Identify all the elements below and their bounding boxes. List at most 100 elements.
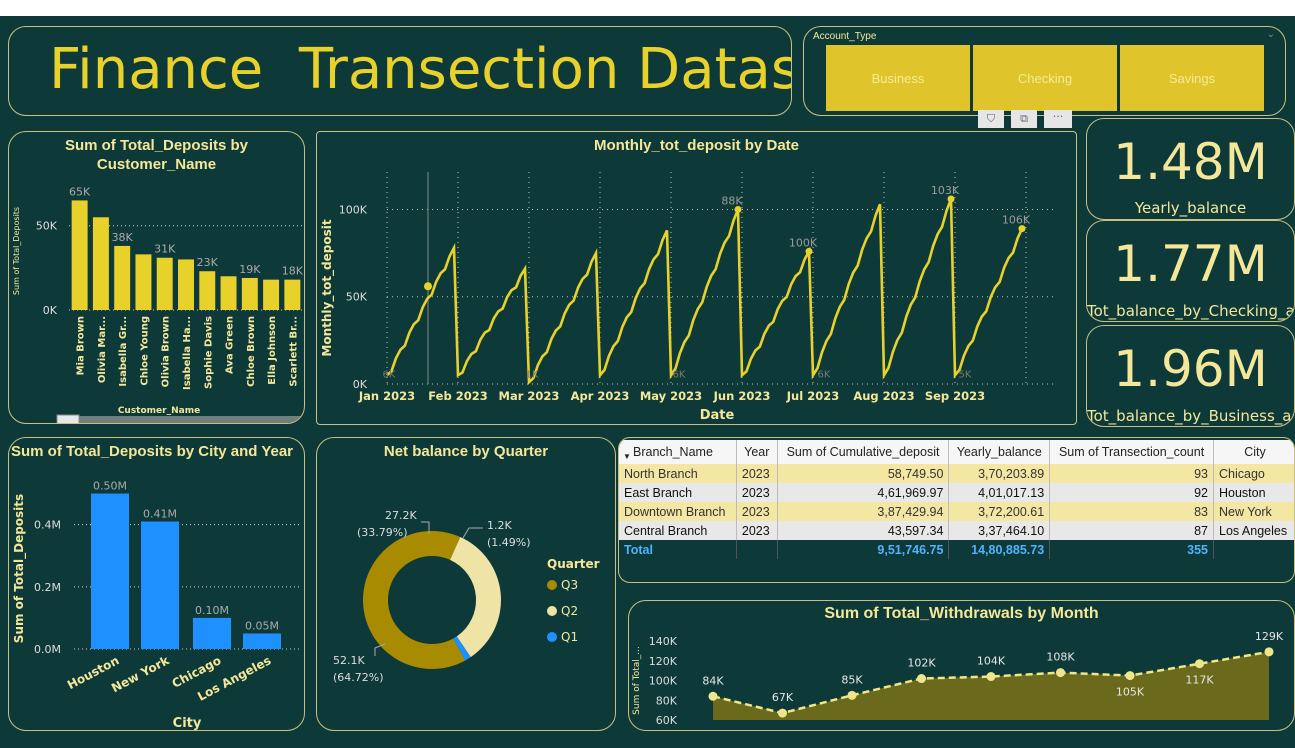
- leader-line: [462, 527, 483, 539]
- horizontal-scrollbar[interactable]: [79, 416, 303, 424]
- slicer-option-savings[interactable]: Savings: [1120, 45, 1264, 111]
- bar: [135, 254, 152, 310]
- title-card: Finance Transection Dataset: [8, 26, 792, 116]
- cell: 4,61,969.97: [777, 483, 950, 502]
- slicer-label: Account_Type: [813, 31, 877, 42]
- x-tick-label: Chloe Young: [139, 316, 150, 386]
- account-type-slicer: Account_Type ⌄ Business Checking Savings: [803, 26, 1286, 116]
- withdrawals-area-chart: 60K 80K 100K 120K 140K Sum of Total_... 84K 67K…: [632, 630, 1284, 727]
- y-axis-label: Sum of Total_...: [632, 646, 642, 715]
- data-label: 105K: [1116, 686, 1145, 699]
- data-label: (1.49%): [487, 536, 531, 549]
- data-label: 1.2K: [487, 519, 512, 532]
- table-row[interactable]: Central Branch 2023 43,597.34 3,37,464.1…: [619, 521, 1294, 540]
- y-axis-label: Sum of Total_Deposits: [12, 494, 27, 643]
- bar: [178, 259, 194, 310]
- bar: [91, 493, 129, 649]
- cell: 2023: [736, 464, 778, 483]
- col-header-city[interactable]: City: [1214, 440, 1295, 464]
- data-point: [1125, 671, 1135, 681]
- x-tick-label: Olivia Mar...: [97, 316, 108, 383]
- data-label: 18K: [282, 265, 304, 278]
- cell: 2023: [736, 483, 778, 502]
- cell: Los Angeles: [1219, 523, 1288, 538]
- col-header-branch[interactable]: ▼ Branch_Name: [619, 440, 737, 464]
- data-label: 19K: [239, 263, 261, 276]
- chevron-down-icon[interactable]: ⌄: [1267, 29, 1275, 40]
- legend-marker: [547, 580, 557, 590]
- data-point: [778, 708, 787, 718]
- filter-icon[interactable]: ⛉: [978, 110, 1004, 128]
- y-tick-label: 60K: [656, 714, 678, 727]
- bar: [243, 633, 281, 649]
- sort-icon[interactable]: ▼: [623, 452, 631, 461]
- x-tick-label: Feb 2023: [428, 389, 487, 403]
- table-row[interactable]: Downtown Branch 2023 3,87,429.94 3,72,20…: [619, 502, 1294, 521]
- data-label: (64.72%): [333, 671, 384, 684]
- x-tick-label: Sophie Davis: [203, 316, 214, 389]
- slicer-option-checking[interactable]: Checking: [973, 45, 1117, 111]
- data-point: [917, 674, 926, 684]
- cell: 2023: [736, 521, 778, 540]
- x-tick-label: Mar 2023: [499, 389, 560, 403]
- col-header-count[interactable]: Sum of Transection_count: [1049, 440, 1214, 464]
- cell: 87: [1049, 521, 1214, 540]
- kpi-business-balance: 1.96M Tot_balance_by_Business_acc: [1086, 325, 1295, 427]
- x-tick-label: Mia Brown: [76, 316, 87, 375]
- cell: Houston: [1219, 485, 1266, 500]
- x-tick-label: Chloe Brown: [246, 316, 257, 387]
- data-label: 23K: [197, 256, 219, 269]
- series-line: [386, 198, 1024, 386]
- kpi-label: Tot_balance_by_Checking_a...: [1087, 302, 1294, 320]
- data-label: 0.50M: [93, 480, 127, 493]
- table-row[interactable]: East Branch 2023 4,61,969.97 4,01,017.13…: [619, 483, 1294, 502]
- cell: 9,51,746.75: [777, 540, 950, 559]
- data-label: 104K: [977, 655, 1006, 668]
- bar: [92, 217, 109, 310]
- data-label: 117K: [1185, 674, 1214, 687]
- y-tick-label: 80K: [656, 694, 678, 707]
- bar: [193, 617, 231, 649]
- more-options-icon[interactable]: ···: [1044, 110, 1072, 128]
- visual-header: ⛉ ⧉ ···: [978, 110, 1074, 128]
- col-header-yearly[interactable]: Yearly_balance: [948, 440, 1051, 464]
- y-tick-label: 100K: [649, 675, 678, 688]
- table-total-row: Total 9,51,746.75 14,80,885.73 355: [619, 540, 1295, 559]
- data-point: [1056, 668, 1065, 678]
- y-tick-label: 0K: [43, 304, 58, 317]
- bar: [241, 277, 258, 310]
- data-label: 84K: [702, 674, 724, 687]
- focus-mode-icon[interactable]: ⧉: [1011, 110, 1037, 128]
- deposits-by-city-card: Sum of Total_Deposits by City and Year 0…: [8, 437, 305, 731]
- customer-bar-chart: 0K 50K Sum of Total_Deposits 65K Mia Brown Ol…: [12, 185, 304, 424]
- x-tick-label: Olivia Brown: [161, 316, 172, 387]
- col-header-year[interactable]: Year: [736, 440, 778, 464]
- x-axis-label: City: [173, 716, 202, 731]
- cell: 355: [1049, 540, 1214, 559]
- bar: [71, 200, 88, 310]
- cell: 14,80,885.73: [948, 540, 1051, 559]
- kpi-yearly-balance: 1.48M Yearly_balance: [1086, 118, 1295, 220]
- kpi-label: Tot_balance_by_Business_acc: [1087, 407, 1294, 425]
- kpi-value: 1.48M: [1113, 133, 1268, 191]
- city-bar-chart: 0.0M0.2M0.4MSum of Total_Deposits0.50MHo…: [12, 480, 299, 731]
- data-label: 27.2K: [385, 509, 417, 522]
- data-label: 5K: [959, 369, 972, 380]
- slicer-option-business[interactable]: Business: [826, 45, 970, 111]
- data-label: (33.79%): [357, 526, 408, 539]
- table-row[interactable]: North Branch 2023 58,749.50 3,70,203.89 …: [619, 464, 1294, 483]
- y-tick-label: 50K: [36, 220, 58, 233]
- data-label: 6K: [818, 369, 831, 380]
- cell: 58,749.50: [777, 464, 950, 483]
- kpi-label: Yearly_balance: [1134, 199, 1247, 217]
- bar: [284, 279, 301, 310]
- data-label: 38K: [112, 231, 134, 244]
- col-header-cumulative[interactable]: Sum of Cumulative_deposit: [777, 440, 950, 464]
- data-label: 31K: [154, 243, 176, 256]
- cell: Total: [619, 540, 737, 559]
- branch-table-card: ▼ Branch_Name Year Sum of Cumulative_dep…: [618, 437, 1295, 583]
- cell: [1214, 540, 1295, 559]
- y-tick-label: 120K: [649, 655, 678, 668]
- y-tick-label: 140K: [649, 635, 678, 648]
- scrollbar-thumb[interactable]: [56, 414, 80, 424]
